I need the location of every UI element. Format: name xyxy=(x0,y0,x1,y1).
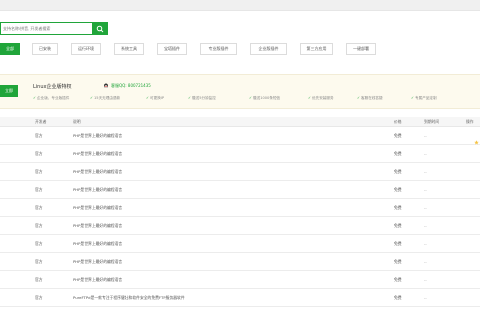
table-row[interactable]: 官方 PHP是世界上最好的编程语言 免费 -- xyxy=(0,145,480,163)
search-icon xyxy=(96,25,104,32)
buy-now-button[interactable]: 立即 xyxy=(0,85,18,97)
developer-cell: 官方 xyxy=(35,205,43,210)
expiry-cell: -- xyxy=(424,241,427,246)
column-header-expiry: 到期时间 xyxy=(424,119,440,124)
table-row[interactable]: 官方 PHP是世界上最好的编程语言 免费 -- xyxy=(0,217,480,235)
table-row[interactable]: 官方 PureFTPd是一款专注于程序健壮和软件安全的免费FTP服务器软件 免费… xyxy=(0,289,480,307)
tab-pro-plugins[interactable]: 专业版插件 xyxy=(200,43,237,55)
feature-item: ✓15天无理由退款 xyxy=(90,96,121,100)
tab-enterprise-plugins[interactable]: 企业版插件 xyxy=(250,43,287,55)
check-icon: ✓ xyxy=(90,96,94,100)
developer-cell: 官方 xyxy=(35,169,43,174)
check-icon: ✓ xyxy=(188,96,192,100)
check-icon: ✓ xyxy=(33,96,37,100)
check-icon: ✓ xyxy=(146,96,150,100)
price-cell: 免费 xyxy=(394,169,402,174)
software-table: 官方 PHP是世界上最好的编程语言 免费 -- 官方 PHP是世界上最好的编程语… xyxy=(0,127,480,307)
developer-cell: 官方 xyxy=(35,151,43,156)
qq-contact[interactable]: 客服QQ: 800721435 xyxy=(103,83,151,89)
expiry-cell: -- xyxy=(424,187,427,192)
software-store-page: 全部 已安装 运行环境 系统工具 宝塔插件 专业版插件 企业版插件 第三方应用 … xyxy=(0,0,480,320)
description-cell: PHP是世界上最好的编程语言 xyxy=(73,151,123,156)
price-cell: 免费 xyxy=(394,241,402,246)
feature-item: ✓优先安装服务 xyxy=(308,96,334,100)
feature-list: ✓企业版、专业版插件 ✓15天无理由退款 ✓可更换IP ✓赠送5分钟监控 ✓赠送… xyxy=(33,96,480,102)
expiry-cell: -- xyxy=(424,205,427,210)
description-cell: PHP是世界上最好的编程语言 xyxy=(73,133,123,138)
search-button[interactable] xyxy=(92,22,108,35)
star-icon[interactable] xyxy=(474,140,479,145)
table-row[interactable]: 官方 PHP是世界上最好的编程语言 免费 -- xyxy=(0,181,480,199)
expiry-cell: -- xyxy=(424,259,427,264)
search-bar xyxy=(0,22,110,35)
table-row[interactable]: 官方 PHP是世界上最好的编程语言 免费 -- xyxy=(0,163,480,181)
price-cell: 免费 xyxy=(394,151,402,156)
feature-item: ✓企业版、专业版插件 xyxy=(33,96,70,100)
tab-installed[interactable]: 已安装 xyxy=(32,43,58,55)
tab-one-click-deploy[interactable]: 一键部署 xyxy=(346,43,376,55)
enterprise-banner: 立即 Linux企业版特权 客服QQ: 800721435 ✓企业版、专业版插件… xyxy=(0,74,480,109)
feature-item: ✓客服在线答疑 xyxy=(357,96,383,100)
check-icon: ✓ xyxy=(411,96,415,100)
price-cell: 免费 xyxy=(394,133,402,138)
check-icon: ✓ xyxy=(357,96,361,100)
developer-cell: 官方 xyxy=(35,259,43,264)
description-cell: PHP是世界上最好的编程语言 xyxy=(73,205,123,210)
tab-runtime[interactable]: 运行环境 xyxy=(71,43,101,55)
tab-bt-plugins[interactable]: 宝塔插件 xyxy=(157,43,187,55)
banner-title: Linux企业版特权 xyxy=(33,84,72,90)
description-cell: PureFTPd是一款专注于程序健壮和软件安全的免费FTP服务器软件 xyxy=(73,295,185,300)
column-header-developer: 开发者 xyxy=(35,119,47,124)
table-row[interactable]: 官方 PHP是世界上最好的编程语言 免费 -- xyxy=(0,235,480,253)
expiry-cell: -- xyxy=(424,133,427,138)
check-icon: ✓ xyxy=(308,96,312,100)
expiry-cell: -- xyxy=(424,223,427,228)
tab-third-party[interactable]: 第三方应用 xyxy=(300,43,333,55)
description-cell: PHP是世界上最好的编程语言 xyxy=(73,259,123,264)
table-row[interactable]: 官方 PHP是世界上最好的编程语言 免费 -- xyxy=(0,127,480,145)
price-cell: 免费 xyxy=(394,295,402,300)
description-cell: PHP是世界上最好的编程语言 xyxy=(73,187,123,192)
table-row[interactable]: 官方 PHP是世界上最好的编程语言 免费 -- xyxy=(0,271,480,289)
price-cell: 免费 xyxy=(394,205,402,210)
qq-icon xyxy=(104,83,108,88)
developer-cell: 官方 xyxy=(35,133,43,138)
expiry-cell: -- xyxy=(424,277,427,282)
column-header-price: 价格 xyxy=(394,119,402,124)
table-header: 开发者 说明 价格 到期时间 操作 xyxy=(0,117,480,127)
developer-cell: 官方 xyxy=(35,223,43,228)
developer-cell: 官方 xyxy=(35,277,43,282)
table-row[interactable]: 官方 PHP是世界上最好的编程语言 免费 -- xyxy=(0,253,480,271)
feature-item: ✓专属产品定制 xyxy=(411,96,437,100)
developer-cell: 官方 xyxy=(35,241,43,246)
feature-item: ✓赠送1000条短信 xyxy=(249,96,281,100)
column-header-actions: 操作 xyxy=(466,119,474,124)
qq-label: 客服QQ: 800721435 xyxy=(111,83,151,88)
tab-all[interactable]: 全部 xyxy=(0,43,20,55)
description-cell: PHP是世界上最好的编程语言 xyxy=(73,277,123,282)
check-icon: ✓ xyxy=(249,96,253,100)
expiry-cell: -- xyxy=(424,295,427,300)
developer-cell: 官方 xyxy=(35,187,43,192)
price-cell: 免费 xyxy=(394,187,402,192)
price-cell: 免费 xyxy=(394,277,402,282)
table-row[interactable]: 官方 PHP是世界上最好的编程语言 免费 -- xyxy=(0,199,480,217)
expiry-cell: -- xyxy=(424,151,427,156)
top-bar xyxy=(0,0,480,11)
description-cell: PHP是世界上最好的编程语言 xyxy=(73,241,123,246)
developer-cell: 官方 xyxy=(35,295,43,300)
expiry-cell: -- xyxy=(424,169,427,174)
column-header-description: 说明 xyxy=(73,119,81,124)
tab-system-tools[interactable]: 系统工具 xyxy=(114,43,144,55)
feature-item: ✓可更换IP xyxy=(146,96,165,100)
description-cell: PHP是世界上最好的编程语言 xyxy=(73,169,123,174)
price-cell: 免费 xyxy=(394,259,402,264)
search-input[interactable] xyxy=(0,22,92,35)
description-cell: PHP是世界上最好的编程语言 xyxy=(73,223,123,228)
price-cell: 免费 xyxy=(394,223,402,228)
feature-item: ✓赠送5分钟监控 xyxy=(188,96,216,100)
